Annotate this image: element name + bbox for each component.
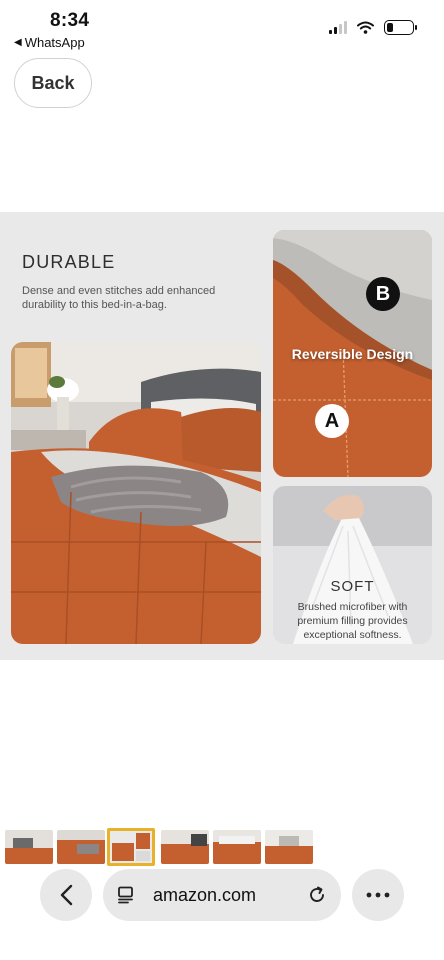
thumbnail-2[interactable] [57, 830, 105, 864]
more-icon [366, 892, 390, 898]
side-a-badge: A [315, 404, 349, 438]
thumbnail-6[interactable] [265, 830, 313, 864]
thumbnail-3-selected[interactable] [107, 828, 155, 866]
thumbnail-4[interactable] [161, 830, 209, 864]
soft-description: Brushed microfiber with premium filling … [297, 601, 408, 641]
durable-description: Dense and even stitches add enhanced dur… [22, 285, 216, 311]
bed-photo [11, 342, 261, 644]
return-to-app-link[interactable]: ◀ WhatsApp [14, 35, 85, 50]
reload-icon[interactable] [307, 885, 327, 905]
tabs-icon [118, 886, 133, 904]
more-options-button[interactable] [352, 869, 404, 921]
reversible-design-photo: Reversible Design B A [273, 230, 432, 477]
status-indicators [329, 20, 417, 35]
back-triangle-icon: ◀ [14, 37, 22, 48]
image-thumbnail-strip [0, 828, 444, 866]
return-app-label: WhatsApp [24, 35, 85, 50]
thumbnail-5[interactable] [213, 830, 261, 864]
url-text: amazon.com [153, 884, 257, 905]
reversible-design-label: Reversible Design [291, 346, 414, 362]
soft-title: SOFT [330, 578, 375, 595]
browser-back-button[interactable] [40, 869, 92, 921]
status-time: 8:34 [50, 10, 90, 31]
side-b-badge: B [366, 277, 400, 311]
chevron-left-icon [60, 884, 73, 906]
thumbnail-1[interactable] [5, 830, 53, 864]
back-button[interactable]: Back [14, 58, 92, 108]
durable-title: DURABLE [22, 252, 116, 272]
address-bar[interactable]: amazon.com [103, 869, 341, 921]
soft-photo: SOFT Brushed microfiber with premium fil… [273, 486, 432, 644]
signal-icon [329, 21, 347, 34]
wifi-icon [357, 21, 374, 34]
battery-icon [384, 20, 417, 35]
product-image[interactable]: DURABLE Dense and even stitches add enha… [0, 212, 444, 660]
